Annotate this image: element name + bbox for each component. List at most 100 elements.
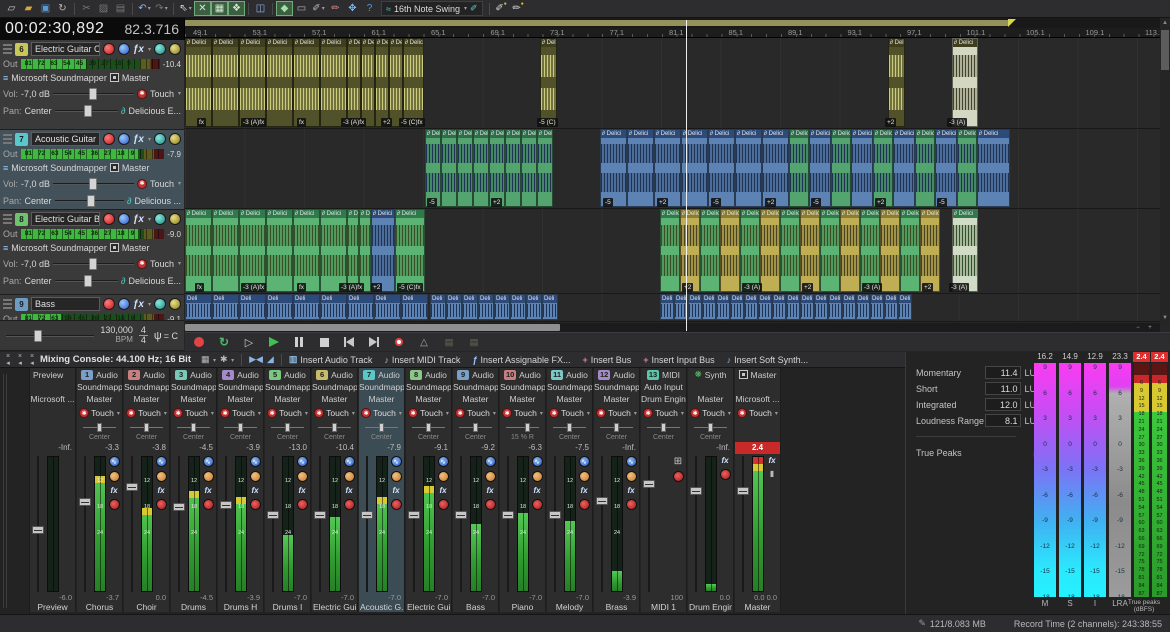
strip-pan-slider[interactable] [77, 421, 122, 434]
track-name-input[interactable]: Electric Guitar C [31, 42, 100, 56]
strip-device[interactable]: Soundmapper [453, 381, 498, 393]
plugin-name[interactable]: Delicious E... [128, 106, 181, 116]
strip-bus[interactable]: Master [77, 393, 122, 405]
strip-bus[interactable]: Master [124, 393, 169, 405]
plugin-name[interactable]: Delicious E... [128, 276, 181, 286]
mixer-strip-chorus[interactable]: 1AudioSoundmapperMaster✱Touch▾Center-3.3… [77, 368, 123, 612]
pan-value[interactable]: Center [25, 196, 52, 206]
audio-event[interactable]: Deli [786, 294, 800, 320]
horizontal-scrollbar[interactable]: −+ [185, 323, 1160, 332]
strip-pan-slider[interactable] [406, 421, 451, 434]
audio-event[interactable]: Deli [814, 294, 828, 320]
fx-button[interactable]: fx [157, 486, 164, 495]
fx-button[interactable]: fx [439, 486, 446, 495]
audio-event[interactable]: ∂ Delici [266, 38, 293, 127]
audio-event[interactable]: Deli [462, 294, 478, 320]
audio-event[interactable]: Deli [239, 294, 266, 320]
master-bus-icon[interactable] [110, 163, 119, 172]
pointer-tool-icon[interactable]: ⇖▾ [177, 1, 194, 16]
insert-button[interactable]: ♪Insert Soft Synth... [727, 354, 809, 365]
record-arm-button[interactable] [579, 499, 590, 510]
strip-device[interactable]: Soundmapper [218, 381, 263, 393]
paint-tool-icon[interactable]: ❖ [228, 1, 245, 16]
solo-button[interactable] [626, 471, 637, 482]
strip-automation[interactable]: ✱Touch▾ [735, 405, 780, 421]
solo-button[interactable] [203, 471, 214, 482]
draw-tool-icon[interactable]: ◆ [276, 1, 293, 16]
view-grid-icon[interactable]: ▦ ▾ [201, 354, 216, 365]
mixer-strip-acoustic-g-[interactable]: 7AudioSoundmapperMaster✱Touch▾Center-7.9… [359, 368, 405, 612]
move-tool-icon[interactable]: ✥ [344, 1, 361, 16]
undo-icon[interactable]: ↶▾ [136, 1, 153, 16]
go-to-end-button[interactable] [366, 335, 382, 349]
volume-slider[interactable] [53, 258, 134, 270]
audio-event[interactable]: ∂ Delici [873, 129, 893, 207]
fit-channels-icon[interactable]: ▶◀ [249, 354, 263, 365]
audio-event[interactable]: ∂ Delici [359, 209, 371, 292]
audio-event[interactable]: ∂ Delici [860, 209, 880, 292]
strip-device[interactable]: Soundmapper [77, 381, 122, 393]
volume-fader[interactable] [643, 480, 655, 488]
audio-event[interactable]: ∂ Delici [185, 38, 212, 127]
strip-pan-slider[interactable] [641, 421, 686, 434]
scrollbar-thumb[interactable] [185, 324, 560, 331]
pan-value[interactable]: Center [25, 106, 52, 116]
audio-event[interactable]: ∂ Delici [820, 209, 840, 292]
time-selection-tool-icon[interactable]: ▦ [211, 1, 228, 16]
dock-close-icon[interactable]: ×◂ [4, 353, 12, 367]
audio-event[interactable]: ∂ Delici [977, 129, 1010, 207]
audio-event[interactable]: ∂ Delici [389, 38, 403, 127]
track-grip[interactable] [3, 44, 12, 54]
record-button[interactable] [191, 335, 207, 349]
record-arm-button[interactable] [203, 499, 214, 510]
audio-event[interactable]: Deli [758, 294, 772, 320]
strip-automation[interactable]: ✱Touch▾ [453, 405, 498, 421]
strip-pan-slider[interactable] [312, 421, 357, 434]
audio-event[interactable]: ∂ Delici [489, 129, 505, 207]
strip-device[interactable]: Soundmapper [594, 381, 639, 393]
audio-event[interactable]: Deli [478, 294, 494, 320]
audio-event[interactable]: ∂ Delici [239, 38, 266, 127]
audio-event[interactable]: ∂ Delici [893, 129, 915, 207]
automation-mode[interactable]: Touch [150, 179, 174, 189]
mute-button[interactable]: ∿ [579, 456, 590, 467]
audio-event[interactable]: Deli [898, 294, 912, 320]
record-arm-button[interactable] [297, 499, 308, 510]
audio-event[interactable]: Deli [401, 294, 428, 320]
track-row-bass[interactable]: DeliDeliDeliDeliDeliDeliDeliDeliDeliDeli… [185, 294, 1160, 322]
strip-pan-slider[interactable] [500, 421, 545, 434]
mixer-strip-master[interactable]: Master Microsoft ...✱Touch▾2.4fx▮0.0 0.0… [735, 368, 781, 612]
strip-device[interactable]: Soundmapper [171, 381, 216, 393]
mute-button[interactable]: ∿ [203, 456, 214, 467]
strip-device[interactable] [30, 381, 75, 393]
audio-event[interactable]: ∂ Delici [952, 209, 978, 292]
freeze-button[interactable] [169, 43, 181, 55]
fx-button[interactable]: fx [204, 486, 211, 495]
solo-button[interactable] [391, 471, 402, 482]
audio-event[interactable]: ∂ Delici [457, 129, 473, 207]
marker-bar[interactable] [185, 18, 1160, 28]
cut-icon[interactable]: ✂ [78, 1, 95, 16]
audio-event[interactable]: ∂ Delici [239, 209, 266, 292]
track-fx-button[interactable]: ƒx [133, 134, 144, 145]
mute-button[interactable]: ∿ [250, 456, 261, 467]
pencil-tool-icon[interactable]: ✐▾ [310, 1, 327, 16]
mixer-strip-brass[interactable]: 12AudioSoundmapperMaster✱Touch▾Center-In… [594, 368, 640, 612]
insert-button[interactable]: ƒInsert Assignable FX... [472, 354, 570, 365]
loop-region-bar[interactable] [185, 20, 1008, 26]
fx-button[interactable]: fx [580, 486, 587, 495]
bus-name[interactable]: Master [122, 243, 150, 253]
pan-value[interactable]: Center [25, 276, 52, 286]
volume-slider[interactable] [53, 88, 134, 100]
solo-button[interactable] [250, 471, 261, 482]
insert-button[interactable]: ▥Insert Audio Track [289, 354, 373, 365]
fx-button[interactable]: fx [627, 486, 634, 495]
monitor-button[interactable] [154, 213, 166, 225]
track-row-acoustic-guitar[interactable]: ∂ Delici∂ Delici∂ Delici∂ Delici∂ Delici… [185, 129, 1160, 209]
mute-button[interactable]: ∿ [626, 456, 637, 467]
audio-event[interactable]: ∂ Delici [441, 129, 457, 207]
record-arm-button[interactable] [532, 499, 543, 510]
audio-event[interactable]: ∂ Delici [957, 129, 977, 207]
track-name-input[interactable]: Acoustic Guitar [31, 132, 100, 146]
record-arm-button[interactable] [720, 469, 731, 480]
